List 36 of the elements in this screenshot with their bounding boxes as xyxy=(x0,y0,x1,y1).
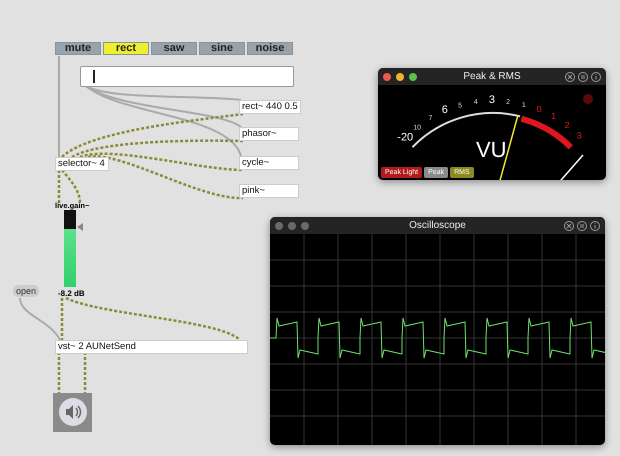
gain-meter[interactable] xyxy=(64,210,76,287)
gain-reading: -8.2 dB xyxy=(58,289,85,298)
input-field[interactable] xyxy=(80,66,294,87)
close-light-icon[interactable] xyxy=(275,222,283,230)
speaker-icon xyxy=(58,397,88,427)
window-title: Oscilloscope xyxy=(409,220,466,231)
speaker-button[interactable] xyxy=(53,393,92,432)
pause-icon[interactable] xyxy=(576,220,587,230)
minimize-light-icon[interactable] xyxy=(396,72,404,80)
patch-cord xyxy=(19,298,61,341)
vu-label: VU xyxy=(476,137,507,163)
tab[interactable]: sine xyxy=(199,42,245,55)
signal-cord xyxy=(58,352,60,393)
object-box[interactable]: rect~ 440 0.5 xyxy=(239,100,301,114)
tab[interactable]: rect xyxy=(103,42,149,55)
tab[interactable]: mute xyxy=(55,42,101,55)
zoom-light-icon[interactable] xyxy=(301,222,309,230)
tab[interactable]: saw xyxy=(151,42,197,55)
pause-icon[interactable] xyxy=(578,72,588,82)
tab[interactable]: noise xyxy=(247,42,293,55)
object-box[interactable]: selector~ 4 xyxy=(55,157,109,171)
triangle-icon xyxy=(76,222,84,232)
signal-cord xyxy=(84,352,86,393)
info-icon[interactable] xyxy=(590,220,600,230)
close-icon[interactable] xyxy=(564,220,574,230)
object-box[interactable]: phasor~ xyxy=(239,127,299,141)
object-box[interactable]: cycle~ xyxy=(239,156,299,170)
window-title: Peak & RMS xyxy=(463,71,521,82)
close-light-icon[interactable] xyxy=(383,72,391,80)
zoom-light-icon[interactable] xyxy=(409,72,417,80)
object-box[interactable]: pink~ xyxy=(239,184,299,198)
signal-cord xyxy=(60,298,64,340)
object-box[interactable]: vst~ 2 AUNetSend xyxy=(55,340,248,354)
info-icon[interactable] xyxy=(591,72,601,82)
close-icon[interactable] xyxy=(565,72,575,82)
open-message[interactable]: open xyxy=(13,285,40,297)
